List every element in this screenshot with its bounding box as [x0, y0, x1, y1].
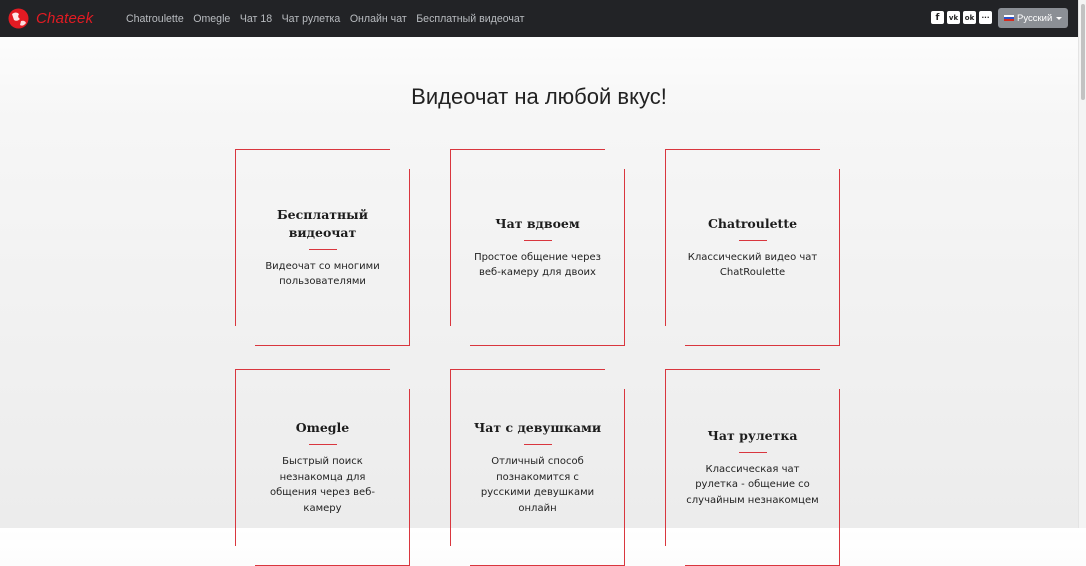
card-divider	[738, 239, 767, 241]
card-title: Chatroulette	[707, 215, 798, 231]
card-free-videochat[interactable]: Бесплатный видеочат Видеочат со многими …	[235, 149, 410, 346]
brand-name: Chateek	[36, 10, 94, 27]
card-divider	[308, 248, 337, 250]
scrollbar-thumb[interactable]	[1081, 4, 1085, 100]
card-title: Бесплатный видеочат	[276, 206, 368, 240]
card-content: Чат вдвоем Простое общение через веб-кам…	[470, 149, 605, 346]
russia-flag-icon	[1004, 14, 1014, 22]
odnoklassniki-icon[interactable]: ok	[963, 11, 976, 24]
card-border	[665, 369, 666, 546]
card-description: Отличный способ познакомится с русскими …	[480, 456, 595, 514]
card-description: Видеочат со многими пользователями	[265, 260, 380, 288]
more-icon[interactable]: ···	[979, 11, 992, 24]
card-border	[624, 389, 625, 566]
card-content: Бесплатный видеочат Видеочат со многими …	[255, 149, 390, 346]
chevron-down-icon	[1056, 16, 1063, 20]
card-description: Быстрый поиск незнакомца для общения чер…	[270, 456, 375, 514]
card-divider	[308, 444, 337, 445]
brand-logo-link[interactable]: Chateek	[8, 8, 93, 29]
card-border	[235, 149, 236, 326]
card-border	[839, 169, 840, 346]
card-border	[409, 169, 410, 346]
card-border	[450, 369, 451, 546]
card-description: Классический видео чат ChatRoulette	[687, 251, 818, 279]
nav-link-chatroulette[interactable]: Chatroulette	[126, 13, 184, 25]
card-content: Чат рулетка Классическая чат рулетка - о…	[685, 369, 820, 566]
card-chat-for-two[interactable]: Чат вдвоем Простое общение через веб-кам…	[450, 149, 625, 346]
card-divider	[523, 239, 552, 241]
page-title: Видеочат на любой вкус!	[411, 84, 667, 109]
card-description: Простое общение через веб-камеру для дво…	[474, 251, 601, 279]
nav-link-chat-18[interactable]: Чат 18	[240, 13, 272, 25]
card-border	[235, 369, 236, 546]
card-chatroulette[interactable]: Chatroulette Классический видео чат Chat…	[665, 149, 840, 346]
card-chat-roulette[interactable]: Чат рулетка Классическая чат рулетка - о…	[665, 369, 840, 566]
card-description: Классическая чат рулетка - общение со сл…	[686, 463, 819, 506]
nav-link-omegle[interactable]: Omegle	[193, 13, 230, 25]
card-divider	[523, 444, 552, 445]
card-border	[839, 389, 840, 566]
card-content: Chatroulette Классический видео чат Chat…	[685, 149, 820, 346]
card-border	[409, 389, 410, 566]
nav-link-free-videochat[interactable]: Бесплатный видеочат	[416, 13, 524, 25]
language-label: Русский	[1017, 12, 1053, 24]
card-border	[624, 169, 625, 346]
card-border	[450, 149, 451, 326]
card-title: Чат вдвоем	[495, 215, 580, 231]
nav-link-online-chat[interactable]: Онлайн чат	[350, 13, 407, 25]
card-title: Чат с девушками	[473, 420, 602, 435]
card-chat-with-girls[interactable]: Чат с девушками Отличный способ познаком…	[450, 369, 625, 566]
language-selector[interactable]: Русский	[998, 8, 1068, 28]
page-scrollbar[interactable]	[1078, 0, 1086, 528]
card-title: Omegle	[295, 420, 350, 435]
facebook-icon[interactable]: f	[931, 11, 944, 24]
card-omegle[interactable]: Omegle Быстрый поиск незнакомца для обще…	[235, 369, 410, 566]
card-content: Omegle Быстрый поиск незнакомца для обще…	[255, 369, 390, 566]
main-nav: Chatroulette Omegle Чат 18 Чат рулетка О…	[126, 0, 534, 37]
card-divider	[738, 451, 767, 453]
top-navbar: Chateek Chatroulette Omegle Чат 18 Чат р…	[0, 0, 1078, 37]
nav-link-chat-roulette[interactable]: Чат рулетка	[282, 13, 341, 25]
card-border	[665, 149, 666, 326]
social-share: f vk ok ···	[931, 11, 995, 24]
card-content: Чат с девушками Отличный способ познаком…	[470, 369, 605, 566]
vk-icon[interactable]: vk	[947, 11, 960, 24]
card-title: Чат рулетка	[707, 427, 798, 443]
globe-logo-icon	[8, 8, 29, 29]
